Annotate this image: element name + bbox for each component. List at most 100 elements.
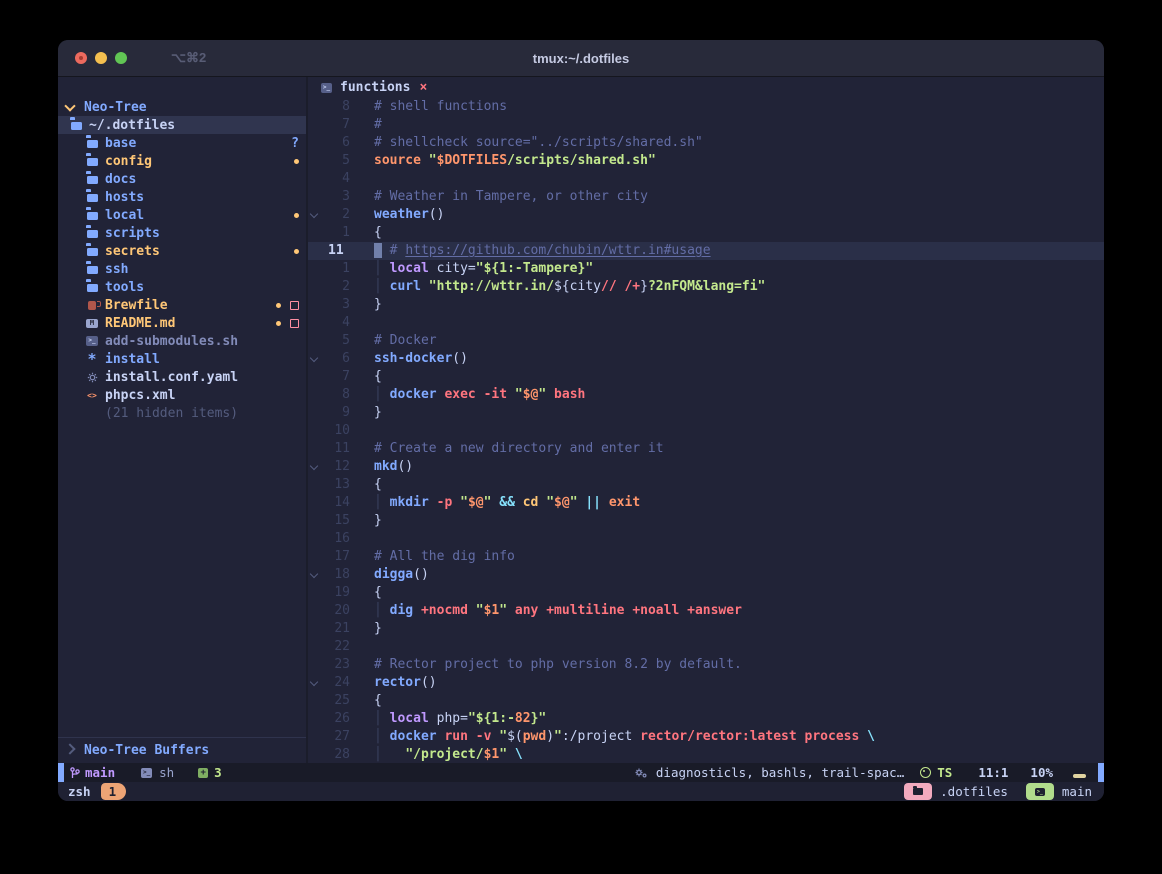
neotree-panel: Neo-Tree~/.dotfilesbase?configdocshostsl… [58, 77, 308, 763]
close-button[interactable] [75, 52, 87, 64]
markdown-icon: M [86, 319, 98, 328]
code-line[interactable]: 21} [308, 620, 1104, 638]
line-number: 3 [320, 296, 350, 314]
tree-item[interactable]: ~/.dotfiles [58, 116, 306, 134]
git-unstaged-square-badge [290, 319, 299, 328]
code-line[interactable]: 28│ "/project/$1" \ [308, 746, 1104, 764]
fold-column [308, 404, 320, 422]
code-line[interactable]: 1{ [308, 224, 1104, 242]
code-line[interactable]: 22 [308, 638, 1104, 656]
tree-item[interactable]: *install [58, 350, 306, 368]
code-line[interactable]: 4 [308, 314, 1104, 332]
code-line[interactable]: 5source "$DOTFILES/scripts/shared.sh" [308, 152, 1104, 170]
code-line[interactable]: 5# Docker [308, 332, 1104, 350]
tree-item[interactable]: base? [58, 134, 306, 152]
code-line[interactable]: 15} [308, 512, 1104, 530]
line-text: } [350, 404, 382, 422]
tree-item[interactable]: >_add-submodules.sh [58, 332, 306, 350]
folder-icon [87, 194, 98, 202]
tmux-window-tab[interactable]: 1 [101, 783, 127, 800]
line-text [350, 422, 374, 440]
tree-item[interactable]: config [58, 152, 306, 170]
code-line[interactable]: 19{ [308, 584, 1104, 602]
code-line[interactable]: 3# Weather in Tampere, or other city [308, 188, 1104, 206]
code-line[interactable]: 17# All the dig info [308, 548, 1104, 566]
code-line[interactable]: 11 # https://github.com/chubin/wttr.in#u… [308, 242, 1104, 260]
folder-icon [87, 176, 98, 184]
line-number: 4 [320, 170, 350, 188]
code-line[interactable]: 7# [308, 116, 1104, 134]
star-icon: * [86, 353, 98, 365]
code-line[interactable]: 13{ [308, 476, 1104, 494]
code-line[interactable]: 25{ [308, 692, 1104, 710]
code-line[interactable]: 2weather() [308, 206, 1104, 224]
code-line[interactable]: 7{ [308, 368, 1104, 386]
zoom-button[interactable] [115, 52, 127, 64]
code-line[interactable]: 26│ local php="${1:-82}" [308, 710, 1104, 728]
tree-item[interactable]: MREADME.md [58, 314, 306, 332]
fold-chevron-icon [310, 677, 318, 685]
filetype-indicator: >_ sh [141, 765, 174, 780]
line-text [350, 314, 374, 332]
line-number: 13 [320, 476, 350, 494]
git-branch-label: main [85, 765, 115, 780]
code-line[interactable]: 9} [308, 404, 1104, 422]
code-line[interactable]: 20│ dig +nocmd "$1" any +multiline +noal… [308, 602, 1104, 620]
shell-script-icon: >_ [86, 336, 98, 346]
code-line[interactable]: 24rector() [308, 674, 1104, 692]
code-line[interactable]: 3} [308, 296, 1104, 314]
code-line[interactable]: 12mkd() [308, 458, 1104, 476]
tree-item[interactable]: tools [58, 278, 306, 296]
tree-item[interactable]: secrets [58, 242, 306, 260]
tree-item[interactable]: docs [58, 170, 306, 188]
fold-column [308, 98, 320, 116]
code-line[interactable]: 23# Rector project to php version 8.2 by… [308, 656, 1104, 674]
code-line[interactable]: 14│ mkdir -p "$@" && cd "$@" || exit [308, 494, 1104, 512]
code-line[interactable]: 2│ curl "http://wttr.in/${city// /+}?2nF… [308, 278, 1104, 296]
fold-column [308, 152, 320, 170]
git-added-indicator: + 3 [198, 765, 222, 780]
lsp-servers: diagnosticls, bashls, trail-spac… [635, 765, 904, 780]
line-text: ssh-docker() [350, 350, 468, 368]
code-line[interactable]: 18digga() [308, 566, 1104, 584]
progress-mark-icon [1073, 774, 1086, 778]
code-line[interactable]: 4 [308, 170, 1104, 188]
code-line[interactable]: 6ssh-docker() [308, 350, 1104, 368]
folder-icon [87, 230, 98, 238]
line-text: # [350, 116, 382, 134]
tab-close-icon[interactable]: × [419, 80, 427, 95]
code-line[interactable]: 27│ docker run -v "$(pwd)":/project rect… [308, 728, 1104, 746]
line-text: { [350, 584, 382, 602]
filetype-label: sh [159, 765, 174, 780]
line-number: 11 [320, 440, 350, 458]
neotree-buffers-header[interactable]: Neo-Tree Buffers [58, 738, 306, 763]
tree-item[interactable]: hosts [58, 188, 306, 206]
cursor-position: 11:1 [978, 765, 1008, 780]
tree-item[interactable]: local [58, 206, 306, 224]
line-number: 5 [320, 332, 350, 350]
line-number: 28 [320, 746, 350, 764]
buffer-tab-functions[interactable]: functions [340, 80, 410, 95]
code-line[interactable]: 8│ docker exec -it "$@" bash [308, 386, 1104, 404]
code-line[interactable]: 16 [308, 530, 1104, 548]
fold-column [308, 206, 320, 224]
neotree-header[interactable]: Neo-Tree [58, 98, 306, 116]
tree-item[interactable]: <>phpcs.xml [58, 386, 306, 404]
code-line[interactable]: 6# shellcheck source="../scripts/shared.… [308, 134, 1104, 152]
code-line[interactable]: 8# shell functions [308, 98, 1104, 116]
tree-item[interactable]: scripts [58, 224, 306, 242]
mode-indicator-block-right [1098, 763, 1104, 782]
gear-icon [86, 371, 98, 383]
code-line[interactable]: 10 [308, 422, 1104, 440]
tree-item[interactable]: ssh [58, 260, 306, 278]
tree-item[interactable]: (21 hidden items) [58, 404, 306, 422]
code-line[interactable]: 1│ local city="${1:-Tampere}" [308, 260, 1104, 278]
fold-chevron-icon [310, 209, 318, 217]
code-line[interactable]: 11# Create a new directory and enter it [308, 440, 1104, 458]
line-text: { [350, 224, 382, 242]
scroll-progress: 10% [1030, 765, 1053, 780]
line-number: 24 [320, 674, 350, 692]
tree-item[interactable]: install.conf.yaml [58, 368, 306, 386]
tree-item[interactable]: Brewfile [58, 296, 306, 314]
minimize-button[interactable] [95, 52, 107, 64]
